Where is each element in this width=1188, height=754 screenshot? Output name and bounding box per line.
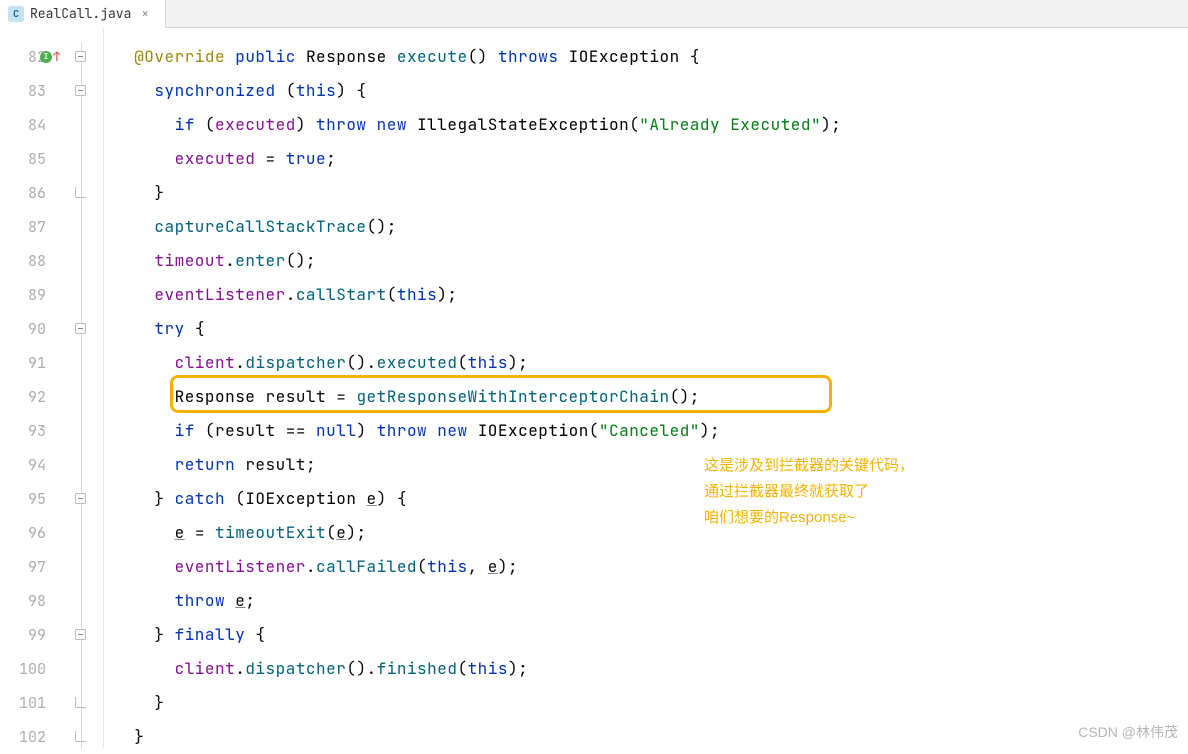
fold-end[interactable] [75,731,86,742]
code-area[interactable]: @Override public Response execute() thro… [104,28,1188,748]
fold-gutter [60,28,104,748]
code-line: client.dispatcher().finished(this); [104,652,1188,686]
code-line: synchronized (this) { [104,74,1188,108]
code-line: return result; [104,448,1188,482]
code-line: } [104,176,1188,210]
line-number: 100 [0,652,60,686]
line-number-gutter: 82 I ↑ 83 84 85 86 87 88 89 90 91 92 93 … [0,28,60,748]
line-number: 82 I ↑ [0,40,60,74]
code-line: } [104,720,1188,754]
line-number: 83 [0,74,60,108]
code-line: @Override public Response execute() thro… [104,40,1188,74]
line-number: 88 [0,244,60,278]
fold-toggle[interactable] [75,51,86,62]
line-number: 85 [0,142,60,176]
code-line: executed = true; [104,142,1188,176]
line-number: 97 [0,550,60,584]
code-line: client.dispatcher().executed(this); [104,346,1188,380]
line-number: 99 [0,618,60,652]
fold-end[interactable] [75,187,86,198]
line-number: 95 [0,482,60,516]
annotation-note: 这是涉及到拦截器的关键代码， 通过拦截器最终就获取了 咱们想要的Response… [704,453,914,531]
fold-toggle[interactable] [75,85,86,96]
code-line: if (executed) throw new IllegalStateExce… [104,108,1188,142]
line-number: 84 [0,108,60,142]
code-line: eventListener.callFailed(this, e); [104,550,1188,584]
line-number: 98 [0,584,60,618]
file-tab[interactable]: C RealCall.java × [0,0,166,28]
tab-bar: C RealCall.java × [0,0,1188,28]
fold-toggle[interactable] [75,493,86,504]
override-icon: I [40,51,52,63]
code-line: } [104,686,1188,720]
code-line: timeout.enter(); [104,244,1188,278]
line-number: 86 [0,176,60,210]
code-line: Response result = getResponseWithInterce… [104,380,1188,414]
tab-filename: RealCall.java [30,5,131,22]
line-number: 92 [0,380,60,414]
line-number: 94 [0,448,60,482]
line-number: 87 [0,210,60,244]
code-line: } catch (IOException e) { [104,482,1188,516]
line-number: 89 [0,278,60,312]
close-icon[interactable]: × [141,8,153,20]
line-number: 93 [0,414,60,448]
line-number: 91 [0,346,60,380]
fold-end[interactable] [75,697,86,708]
code-line: captureCallStackTrace(); [104,210,1188,244]
code-line: throw e; [104,584,1188,618]
code-line: } finally { [104,618,1188,652]
code-editor: 82 I ↑ 83 84 85 86 87 88 89 90 91 92 93 … [0,28,1188,748]
fold-toggle[interactable] [75,323,86,334]
line-number: 96 [0,516,60,550]
code-line: e = timeoutExit(e); [104,516,1188,550]
line-number: 102 [0,720,60,754]
line-number: 101 [0,686,60,720]
line-number: 90 [0,312,60,346]
override-marker[interactable]: I ↑ [40,40,61,74]
code-line: try { [104,312,1188,346]
watermark: CSDN @林伟茂 [1078,722,1178,742]
class-icon: C [8,6,24,22]
fold-toggle[interactable] [75,629,86,640]
code-line: if (result == null) throw new IOExceptio… [104,414,1188,448]
code-line: eventListener.callStart(this); [104,278,1188,312]
